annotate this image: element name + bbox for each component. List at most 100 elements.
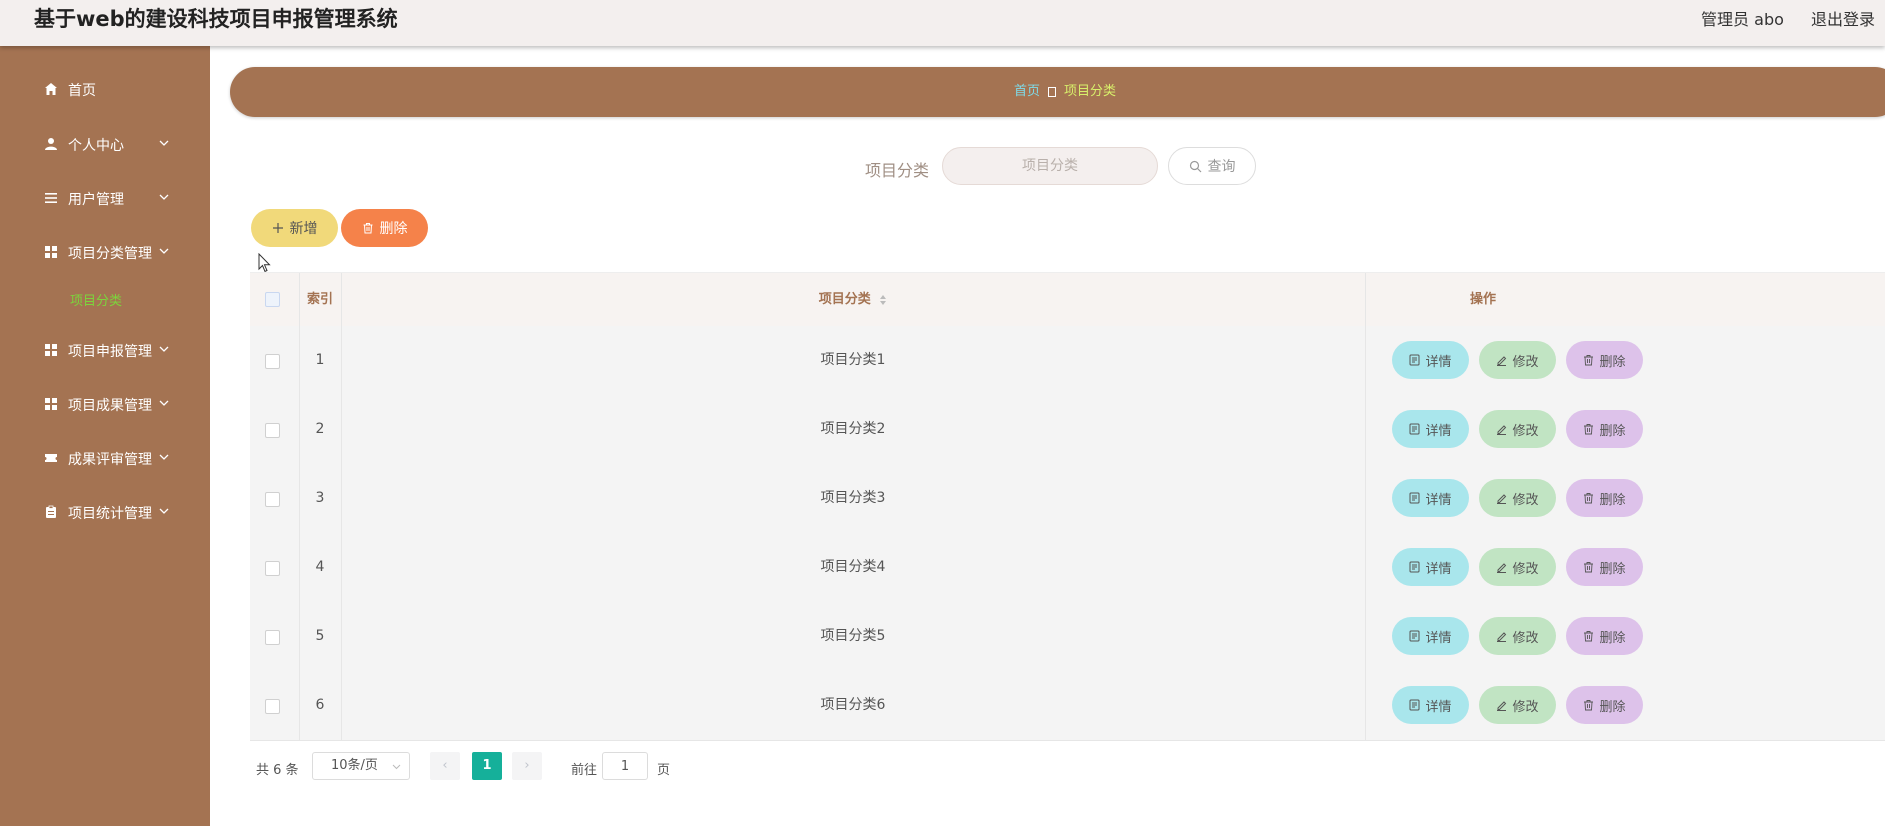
edit-icon <box>1497 701 1507 711</box>
sidebar-item-application-mgmt[interactable]: 项目申报管理 <box>0 332 210 368</box>
chevron-down-icon <box>159 140 169 146</box>
table-row: 4 项目分类4 详情 修改 删除 <box>250 533 1885 603</box>
header-index: 索引 <box>306 292 333 307</box>
sidebar-item-category-mgmt[interactable]: 项目分类管理 <box>0 234 210 270</box>
row-category: 项目分类2 <box>820 421 886 437</box>
row-checkbox[interactable] <box>265 630 280 645</box>
search-button[interactable]: 查询 <box>1168 147 1256 185</box>
row-index: 2 <box>315 421 325 437</box>
page-size-select[interactable]: 10条/页 <box>312 752 410 780</box>
document-icon <box>1409 492 1420 504</box>
detail-button[interactable]: 详情 <box>1392 410 1469 448</box>
plus-icon <box>272 223 283 233</box>
edit-button[interactable]: 修改 <box>1479 548 1556 586</box>
goto-label: 前往 <box>571 763 598 778</box>
edit-button[interactable]: 修改 <box>1479 410 1556 448</box>
row-checkbox[interactable] <box>265 492 280 507</box>
clipboard-icon <box>46 505 56 518</box>
select-all-checkbox[interactable] <box>265 292 280 307</box>
edit-icon <box>1497 632 1507 642</box>
sidebar-item-stats-mgmt[interactable]: 项目统计管理 <box>0 494 210 530</box>
search-input[interactable] <box>942 147 1158 185</box>
edit-button-label: 修改 <box>1512 492 1539 508</box>
row-delete-button[interactable]: 删除 <box>1566 548 1643 586</box>
goto-page-input[interactable] <box>602 752 648 780</box>
sidebar-item-review-mgmt[interactable]: 成果评审管理 <box>0 440 210 476</box>
add-button[interactable]: 新增 <box>251 209 338 247</box>
row-checkbox[interactable] <box>265 354 280 369</box>
sidebar-subitem-category[interactable]: 项目分类 <box>70 290 122 309</box>
sidebar-item-profile[interactable]: 个人中心 <box>0 126 210 162</box>
search-icon <box>1189 160 1201 172</box>
goto-suffix: 页 <box>657 763 671 778</box>
pagination: 共 6 条 10条/页 ‹ 1 › 前往 页 <box>250 752 850 782</box>
grid-icon <box>45 246 57 258</box>
chevron-down-icon <box>159 508 169 514</box>
row-delete-label: 删除 <box>1599 630 1626 646</box>
list-icon <box>45 193 57 203</box>
chevron-down-icon <box>159 194 169 200</box>
trash-icon <box>1584 700 1594 711</box>
top-right-links: 管理员 abo 退出登录 <box>1679 6 1875 30</box>
logout-link[interactable]: 退出登录 <box>1811 10 1875 29</box>
chevron-down-icon <box>159 400 169 406</box>
detail-button[interactable]: 详情 <box>1392 479 1469 517</box>
edit-button[interactable]: 修改 <box>1479 686 1556 724</box>
detail-button-label: 详情 <box>1425 423 1452 439</box>
header-category[interactable]: 项目分类 <box>341 273 1365 327</box>
header-actions: 操作 <box>1470 292 1497 307</box>
row-checkbox[interactable] <box>265 699 280 714</box>
detail-button[interactable]: 详情 <box>1392 617 1469 655</box>
batch-delete-button[interactable]: 删除 <box>341 209 428 247</box>
row-delete-button[interactable]: 删除 <box>1566 617 1643 655</box>
sidebar-item-label: 项目分类管理 <box>68 246 152 262</box>
edit-icon <box>1497 563 1507 573</box>
trash-icon <box>1584 631 1594 642</box>
detail-button[interactable]: 详情 <box>1392 341 1469 379</box>
detail-button-label: 详情 <box>1425 630 1452 646</box>
sidebar-item-users[interactable]: 用户管理 <box>0 180 210 216</box>
user-icon <box>45 138 57 150</box>
next-page-button[interactable]: › <box>512 752 542 780</box>
row-delete-button[interactable]: 删除 <box>1566 479 1643 517</box>
current-user[interactable]: 管理员 abo <box>1701 10 1784 29</box>
sidebar-item-label: 项目申报管理 <box>68 344 152 360</box>
row-checkbox[interactable] <box>265 423 280 438</box>
row-delete-button[interactable]: 删除 <box>1566 686 1643 724</box>
edit-button[interactable]: 修改 <box>1479 479 1556 517</box>
trash-icon <box>1584 355 1594 366</box>
total-count: 共 6 条 <box>256 763 299 778</box>
table-row: 5 项目分类5 详情 修改 删除 <box>250 602 1885 672</box>
breadcrumb-home[interactable]: 首页 <box>1014 84 1040 99</box>
chevron-down-icon <box>159 346 169 352</box>
row-delete-button[interactable]: 删除 <box>1566 341 1643 379</box>
page-size-value: 10条/页 <box>331 758 378 773</box>
sidebar-item-label: 成果评审管理 <box>68 452 152 468</box>
row-index: 4 <box>315 559 325 575</box>
page-number-current[interactable]: 1 <box>472 752 502 780</box>
row-category: 项目分类1 <box>820 352 886 368</box>
table-row: 3 项目分类3 详情 修改 删除 <box>250 464 1885 534</box>
breadcrumb: 首页 项目分类 <box>230 67 1885 117</box>
sidebar-item-home[interactable]: 首页 <box>0 71 210 107</box>
edit-button[interactable]: 修改 <box>1479 341 1556 379</box>
detail-button[interactable]: 详情 <box>1392 686 1469 724</box>
row-index: 5 <box>315 628 325 644</box>
edit-button-label: 修改 <box>1512 354 1539 370</box>
chevron-down-icon <box>392 764 401 770</box>
sidebar-item-results-mgmt[interactable]: 项目成果管理 <box>0 386 210 422</box>
edit-button[interactable]: 修改 <box>1479 617 1556 655</box>
search-label: 项目分类 <box>865 161 930 180</box>
sort-icon[interactable] <box>879 294 887 306</box>
row-index: 3 <box>315 490 325 506</box>
grid-icon <box>45 398 57 410</box>
document-icon <box>1409 354 1420 366</box>
row-category: 项目分类3 <box>820 490 886 506</box>
breadcrumb-bar: 首页 项目分类 <box>230 67 1885 117</box>
prev-page-button[interactable]: ‹ <box>430 752 460 780</box>
row-category: 项目分类6 <box>820 697 886 713</box>
row-delete-button[interactable]: 删除 <box>1566 410 1643 448</box>
detail-button[interactable]: 详情 <box>1392 548 1469 586</box>
row-checkbox[interactable] <box>265 561 280 576</box>
edit-icon <box>1497 425 1507 435</box>
